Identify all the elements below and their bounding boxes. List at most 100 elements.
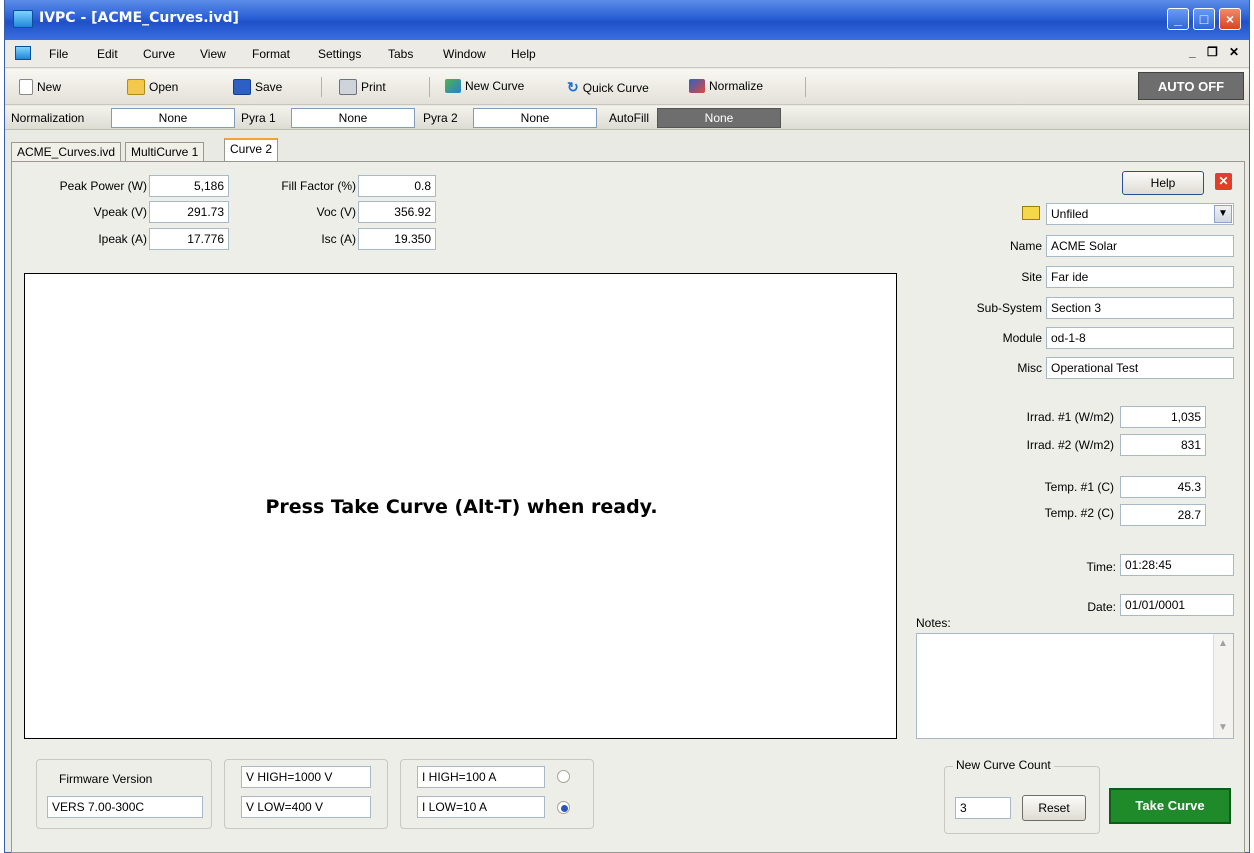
misc-field[interactable]: Operational Test [1046, 357, 1234, 379]
irrad1-label: Irrad. #1 (W/m2) [1026, 410, 1114, 424]
menu-bar: File Edit Curve View Format Settings Tab… [5, 40, 1249, 68]
current-range-group: I HIGH=100 A I LOW=10 A [400, 759, 594, 829]
irrad1-field[interactable]: 1,035 [1120, 406, 1206, 428]
app-window: IVPC - [ACME_Curves.ivd] _ □ × File Edit… [4, 0, 1250, 853]
menu-view[interactable]: View [200, 47, 226, 61]
close-icon[interactable]: × [1219, 8, 1241, 30]
toolbar-separator [429, 77, 430, 97]
toolbar: New Open Save Print New Curve ↻ Quick Cu… [5, 69, 1249, 105]
close-icon[interactable]: ✕ [1215, 173, 1232, 190]
tab-curve-2[interactable]: Curve 2 [224, 138, 279, 162]
menu-curve[interactable]: Curve [143, 47, 175, 61]
document-tabs: ACME_Curves.ivd MultiCurve 1 Curve 2 [5, 138, 1249, 162]
chevron-down-icon[interactable]: ▼ [1214, 205, 1232, 223]
temp1-field[interactable]: 45.3 [1120, 476, 1206, 498]
window-title: IVPC - [ACME_Curves.ivd] [39, 10, 239, 26]
open-button-label: Open [149, 80, 179, 94]
v-high-field[interactable]: V HIGH=1000 V [241, 766, 371, 788]
scroll-down-icon[interactable]: ▼ [1218, 722, 1228, 733]
menu-edit[interactable]: Edit [97, 47, 118, 61]
mdi-restore-icon[interactable]: ❐ [1207, 45, 1218, 59]
time-label: Time: [1086, 560, 1116, 574]
new-file-icon [19, 79, 33, 95]
folder-select[interactable]: Unfiled ▼ [1046, 203, 1234, 225]
mdi-minimize-icon[interactable]: _ [1189, 45, 1196, 59]
time-field[interactable]: 01:28:45 [1120, 554, 1234, 576]
save-button-label: Save [255, 80, 283, 94]
isc-field[interactable]: 19.350 [358, 228, 436, 250]
printer-icon [339, 79, 357, 95]
mdi-close-icon[interactable]: ✕ [1229, 45, 1239, 59]
take-curve-button[interactable]: Take Curve [1109, 788, 1231, 824]
normalize-icon [689, 79, 705, 93]
fill-factor-field[interactable]: 0.8 [358, 175, 436, 197]
print-button[interactable]: Print [339, 79, 386, 95]
autofill-label: AutoFill [609, 111, 650, 125]
voc-field[interactable]: 356.92 [358, 201, 436, 223]
reset-button[interactable]: Reset [1022, 795, 1086, 821]
normalize-button[interactable]: Normalize [689, 79, 763, 93]
date-field[interactable]: 01/01/0001 [1120, 594, 1234, 616]
module-field[interactable]: od-1-8 [1046, 327, 1234, 349]
irrad2-field[interactable]: 831 [1120, 434, 1206, 456]
curve-count-field[interactable]: 3 [955, 797, 1011, 819]
firmware-field[interactable]: VERS 7.00-300C [47, 796, 203, 818]
temp1-label: Temp. #1 (C) [1044, 480, 1114, 494]
folder-select-value: Unfiled [1051, 207, 1089, 221]
vpeak-field[interactable]: 291.73 [149, 201, 229, 223]
normalization-field[interactable]: None [111, 108, 235, 128]
new-curve-button-label: New Curve [465, 79, 525, 93]
ipeak-field[interactable]: 17.776 [149, 228, 229, 250]
quick-curve-button-label: Quick Curve [582, 80, 649, 95]
menu-settings[interactable]: Settings [318, 47, 361, 61]
title-bar[interactable]: IVPC - [ACME_Curves.ivd] _ □ × [5, 0, 1249, 40]
site-field[interactable]: Far ide [1046, 266, 1234, 288]
voltage-range-group: V HIGH=1000 V V LOW=400 V [224, 759, 388, 829]
open-button[interactable]: Open [127, 79, 178, 95]
save-button[interactable]: Save [233, 79, 282, 95]
fill-factor-label: Fill Factor (%) [281, 179, 356, 193]
maximize-icon[interactable]: □ [1193, 8, 1215, 30]
i-low-radio[interactable] [557, 801, 570, 814]
notes-textarea[interactable]: ▲ ▼ [916, 633, 1234, 739]
menu-format[interactable]: Format [252, 47, 290, 61]
new-curve-button[interactable]: New Curve [445, 79, 524, 93]
notes-label: Notes: [916, 616, 951, 630]
subsystem-field[interactable]: Section 3 [1046, 297, 1234, 319]
new-button[interactable]: New [19, 79, 61, 95]
module-label: Module [1002, 331, 1042, 345]
menu-help[interactable]: Help [511, 47, 536, 61]
tab-multicurve-1[interactable]: MultiCurve 1 [125, 142, 205, 162]
normalization-bar: Normalization None Pyra 1 None Pyra 2 No… [5, 106, 1249, 130]
temp2-field[interactable]: 28.7 [1120, 504, 1206, 526]
normalize-button-label: Normalize [709, 79, 764, 93]
i-high-field[interactable]: I HIGH=100 A [417, 766, 545, 788]
curve-plot-area[interactable]: Press Take Curve (Alt-T) when ready. [24, 273, 897, 739]
i-low-field[interactable]: I LOW=10 A [417, 796, 545, 818]
folder-icon [1022, 206, 1040, 220]
minimize-icon[interactable]: _ [1167, 8, 1189, 30]
pyra1-field[interactable]: None [291, 108, 415, 128]
scroll-up-icon[interactable]: ▲ [1218, 638, 1228, 649]
i-high-radio[interactable] [557, 770, 570, 783]
peak-power-field[interactable]: 5,186 [149, 175, 229, 197]
pyra2-field[interactable]: None [473, 108, 597, 128]
quick-curve-button[interactable]: ↻ Quick Curve [567, 79, 649, 96]
auto-status-indicator[interactable]: AUTO OFF [1138, 72, 1244, 100]
plot-message: Press Take Curve (Alt-T) when ready. [265, 496, 658, 518]
refresh-icon: ↻ [567, 79, 579, 95]
folder-open-icon [127, 79, 145, 95]
v-low-field[interactable]: V LOW=400 V [241, 796, 371, 818]
ipeak-label: Ipeak (A) [98, 232, 147, 246]
new-button-label: New [37, 80, 62, 94]
help-button[interactable]: Help [1122, 171, 1204, 195]
firmware-label: Firmware Version [59, 772, 153, 786]
name-field[interactable]: ACME Solar [1046, 235, 1234, 257]
notes-scrollbar[interactable]: ▲ ▼ [1213, 634, 1233, 738]
tab-acme-curves[interactable]: ACME_Curves.ivd [11, 142, 122, 162]
menu-tabs[interactable]: Tabs [388, 47, 413, 61]
firmware-group: Firmware Version VERS 7.00-300C [36, 759, 212, 829]
autofill-field[interactable]: None [657, 108, 781, 128]
menu-window[interactable]: Window [443, 47, 486, 61]
menu-file[interactable]: File [49, 47, 68, 61]
